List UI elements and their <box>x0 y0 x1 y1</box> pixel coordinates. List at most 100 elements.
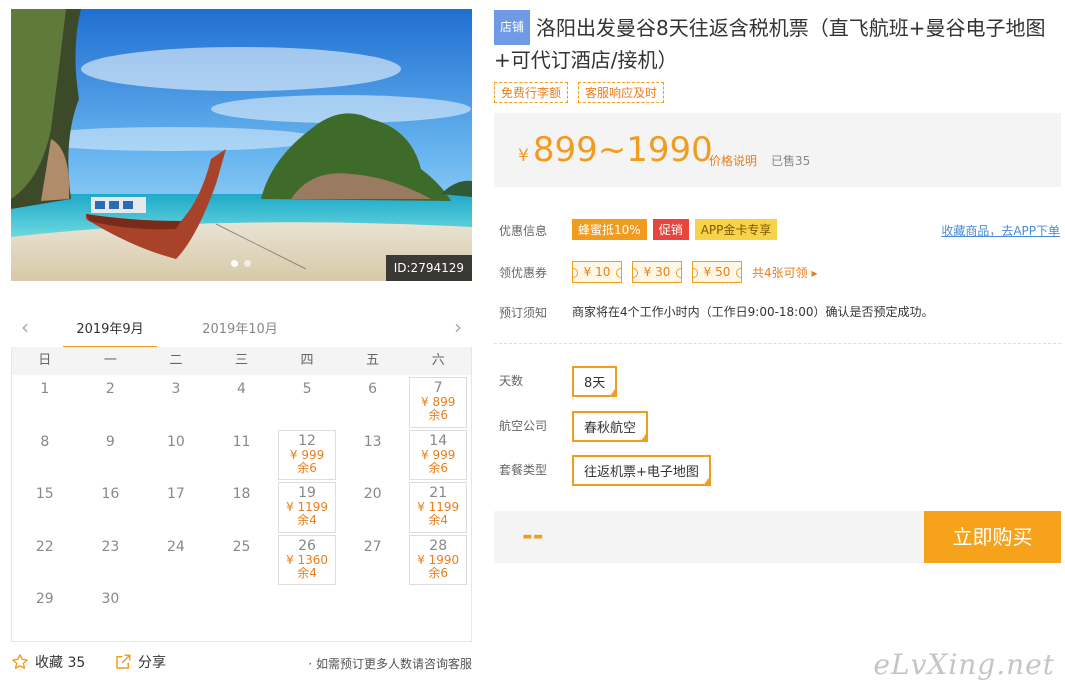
carousel-dot[interactable] <box>244 260 251 267</box>
total-price: -- <box>522 521 544 551</box>
price-explanation-link[interactable]: 价格说明 <box>709 152 757 169</box>
day-stock: 余6 <box>428 408 449 422</box>
day-number: 1 <box>40 381 50 397</box>
date-calendar: 日 一 二 三 四 五 六 1 2 3 4 5 6 7 ¥ 899 余6 8 9 10 11 12 ¥ 99… <box>11 347 472 642</box>
shop-badge: 店铺 <box>494 10 531 45</box>
day-number: 11 <box>232 433 251 450</box>
coupon-10[interactable]: ¥ 10 <box>572 261 622 283</box>
day-number: 28 <box>429 537 448 554</box>
weekday-label: 日 <box>38 353 52 368</box>
calendar-day: 18 <box>209 482 275 535</box>
days-option-text: 8天 <box>584 376 606 391</box>
notice-label: 预订须知 <box>499 306 548 320</box>
calendar-day: 20 <box>340 482 406 535</box>
day-number: 10 <box>167 433 185 450</box>
day-number: 14 <box>429 432 448 449</box>
airline-option-spring[interactable]: 春秋航空 ✓ <box>572 411 649 443</box>
day-number: 19 <box>298 485 316 501</box>
more-coupons-link[interactable]: 共4张可领 ▸ <box>752 264 817 281</box>
days-option-8[interactable]: 8天 ✓ <box>572 366 618 398</box>
day-number: 26 <box>298 537 316 554</box>
star-icon <box>12 654 28 669</box>
calendar-day: 23 <box>78 535 144 588</box>
next-month-icon[interactable]: › <box>448 316 468 338</box>
carousel-dot[interactable] <box>231 260 238 267</box>
coupon-label: 领优惠券 <box>499 266 548 280</box>
share-icon <box>116 654 131 669</box>
carousel-dots[interactable] <box>231 260 251 267</box>
calendar-day-available[interactable]: 12 ¥ 999 余6 <box>278 429 336 480</box>
day-number: 20 <box>363 486 382 502</box>
check-icon: ✓ <box>702 478 709 487</box>
day-number: 30 <box>101 591 120 607</box>
notice-text: 商家将在4个工作小时内（工作日9:00-18:00）确认是否预定成功。 <box>572 305 934 319</box>
day-price: ¥ 1360 <box>286 552 329 567</box>
product-title-block: 店铺 洛阳出发曼谷8天往返含税机票（直飞航班+曼谷电子地图+可代订酒店/接机） <box>494 10 1060 76</box>
calendar-month-tabs: ‹ 2019年9月 2019年10月 › <box>11 308 472 348</box>
day-price: ¥ 999 <box>289 447 325 462</box>
tab-month-october[interactable]: 2019年10月 <box>193 318 287 346</box>
day-number: 24 <box>167 538 185 555</box>
package-option-text: 往返机票+电子地图 <box>584 465 699 480</box>
beach-photo <box>11 9 472 281</box>
product-hero-image[interactable]: ID:2794129 <box>11 9 472 281</box>
calendar-day: 5 <box>274 377 340 430</box>
weekday-label: 二 <box>169 353 183 368</box>
calendar-day: 4 <box>209 377 275 430</box>
favorite-button[interactable]: 收藏 35 <box>11 652 85 672</box>
image-id-label: ID:2794129 <box>385 255 472 281</box>
day-number: 21 <box>429 485 448 501</box>
day-number: 25 <box>232 538 251 555</box>
service-tag: 客服响应及时 <box>578 82 665 103</box>
calendar-day-available[interactable]: 28 ¥ 1990 余6 <box>409 534 467 585</box>
day-number: 6 <box>368 381 378 397</box>
day-number: 23 <box>101 538 120 555</box>
calendar-day: 6 <box>340 377 406 430</box>
package-option-roundtrip-map[interactable]: 往返机票+电子地图 ✓ <box>572 455 711 487</box>
day-number: 9 <box>105 433 115 450</box>
share-button[interactable]: 分享 <box>114 652 166 672</box>
calendar-day-available[interactable]: 7 ¥ 899 余6 <box>409 377 467 428</box>
calendar-day: 27 <box>340 535 406 588</box>
airline-label: 航空公司 <box>499 419 548 433</box>
prev-month-icon[interactable]: ‹ <box>15 316 35 338</box>
coupon-30[interactable]: ¥ 30 <box>632 261 682 283</box>
weekday-label: 一 <box>103 353 117 368</box>
day-number: 4 <box>237 381 246 397</box>
day-number: 8 <box>40 433 50 450</box>
calendar-day-available[interactable]: 19 ¥ 1199 余4 <box>278 482 336 533</box>
product-title: 店铺 洛阳出发曼谷8天往返含税机票（直飞航班+曼谷电子地图+可代订酒店/接机） <box>494 10 1060 76</box>
coupon-50[interactable]: ¥ 50 <box>692 261 742 283</box>
currency-symbol: ¥ <box>518 146 529 166</box>
calendar-day: 30 <box>78 587 144 640</box>
day-number: 17 <box>167 486 185 502</box>
day-number: 29 <box>35 591 54 607</box>
price-range: ¥899~1990 <box>518 131 713 175</box>
bottom-actions: 收藏 35 分享 · 如需预订更多人数请咨询客服 <box>11 652 472 676</box>
day-stock: 余4 <box>297 565 317 580</box>
airline-option-text: 春秋航空 <box>584 421 637 436</box>
calendar-day: 15 <box>12 482 78 535</box>
price-range-value: 899~1990 <box>532 130 713 170</box>
calendar-day: 11 <box>209 430 275 483</box>
promo-badge-honey: 蜂蜜抵10% <box>572 219 647 240</box>
coupon-list: ¥ 10 ¥ 30 ¥ 50 共4张可领 ▸ <box>572 261 817 283</box>
calendar-day: 25 <box>209 535 275 588</box>
calendar-day: 2 <box>78 377 144 430</box>
service-tag: 免费行李额 <box>494 82 569 103</box>
day-number: 12 <box>298 432 316 449</box>
buy-now-button[interactable]: 立即购买 <box>924 511 1061 563</box>
calendar-day: 17 <box>143 482 209 535</box>
day-price: ¥ 1990 <box>417 552 460 567</box>
weekday-label: 三 <box>234 353 248 368</box>
calendar-day-available[interactable]: 14 ¥ 999 余6 <box>409 429 467 480</box>
day-stock: 余4 <box>297 513 317 527</box>
calendar-weekday-header: 日 一 二 三 四 五 六 <box>12 347 471 375</box>
calendar-day-available[interactable]: 21 ¥ 1199 余4 <box>409 482 467 533</box>
day-number: 16 <box>101 486 120 502</box>
tab-month-september[interactable]: 2019年9月 <box>63 318 157 348</box>
calendar-day-available[interactable]: 26 ¥ 1360 余4 <box>278 534 336 585</box>
favorite-app-order-link[interactable]: 收藏商品，去APP下单 <box>941 222 1060 239</box>
weekday-label: 四 <box>300 353 314 368</box>
calendar-day: 1 <box>12 377 78 430</box>
